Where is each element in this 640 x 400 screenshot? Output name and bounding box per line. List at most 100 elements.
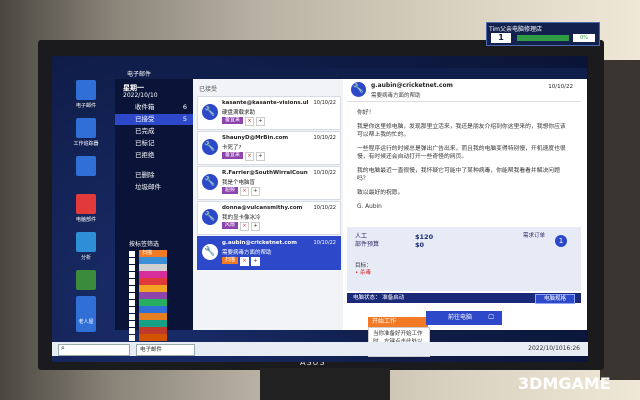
goto-pc-button[interactable]: 前往电脑 🖵 [426,311,502,325]
progress-bar [517,35,569,41]
message-tags: 备宜来 × + [222,152,266,161]
tag-chip [139,320,167,327]
desktop-icon[interactable]: 老人屋 [70,296,102,325]
message-date: 10/10/22 [313,170,336,176]
tag-chip [139,285,167,292]
folder-2[interactable]: 已完成 [115,126,193,137]
folder-0[interactable]: 收件箱 6 [115,102,193,113]
wrench-icon: 🔧 [351,82,366,97]
desktop-icon[interactable]: 电脑部件 [70,194,102,223]
taskbar: ⌕ 电子邮件 2022/10/1016:26 [52,342,588,356]
message-item[interactable]: 🔧 kasante@kasante-visions.uk 10/10/22 硬盘满载求… [197,96,341,130]
jobs-count: 1 [555,235,567,247]
desktop-icon-label: 工作追踪器 [73,141,99,147]
add-tag-icon[interactable]: + [251,222,261,231]
search-icon: ⌕ [61,344,65,352]
desktop-icon[interactable]: 电子邮件 [70,80,102,109]
app-icon [76,80,96,100]
desktop-icon-label: 电脑部件 [75,217,96,223]
message-item[interactable]: 🔧 g.aubin@cricketnet.com 10/10/22 需要病毒方面的帮助… [197,236,341,270]
wrench-icon: 🔧 [202,244,218,260]
goal-value: • 杀毒 [355,270,371,276]
labor-value: $120 [415,233,434,241]
app-icon [76,194,96,214]
tag-chip [139,257,167,264]
tag-chip: 风扇 [222,222,239,229]
message-list: 已接受 🔧 kasante@kasante-visions.uk 10/10/22 硬… [193,79,343,330]
body-line: G. Aubin [357,204,382,210]
message-subject: 卡死了? [222,145,242,151]
clock: 2022/10/1016:26 [528,345,580,352]
folder-count: 5 [182,115,187,123]
message-date: 10/10/22 [313,205,336,211]
wrench-icon: 🔧 [202,139,218,155]
remove-tag-icon[interactable]: × [245,152,255,161]
message-body: 你好！ 我是你这里修电脑，发现那里立活来，我还是朋友介绍到你这里来的，我想你应该… [357,109,567,217]
pc-status-bar: 电脑状态： 准备启动 电脑规格 [347,293,581,304]
taskbar-search[interactable]: ⌕ [58,344,130,356]
message-item[interactable]: 🔧 donna@vulcansmithy.com 10/10/22 我的显卡像冰冷 风扇… [197,201,341,235]
desktop-icon-label: 分析 [80,255,91,261]
message-item[interactable]: 🔧 ShaunyD@MrBin.com 10/10/22 卡死了? 备宜来 × + [197,131,341,165]
desktop-icon[interactable] [70,156,102,178]
app-icon [76,118,96,138]
tag-chip [139,292,167,299]
pc-specs-button[interactable]: 电脑规格 [534,294,575,304]
folder-5[interactable]: 已删除 [115,170,193,181]
shop-status-panel: Tim父亲电脑修理店 1 0% [486,22,600,46]
folder-4[interactable]: 已拒绝 [115,150,193,161]
desktop-icon[interactable]: 分析 [70,232,102,261]
tag-chip [139,306,167,313]
tag-filter-title: 按标签筛选 [129,241,160,248]
body-line: 我是你这里修电脑，发现那里立活来，我还是朋友介绍到你这里来的，我想你应该可以帮上… [357,124,566,138]
tag-chip: 备宜来 [222,152,244,159]
message-tags: 风扇 × + [222,222,261,231]
desktop-icon[interactable] [70,270,102,292]
message-date: 10/10/22 [313,100,336,106]
jobs-label: 需求订单 [523,233,546,239]
tag-chip: 备宜来 [222,117,244,124]
watermark: 3DMGAME [518,374,611,393]
remove-tag-icon[interactable]: × [240,222,250,231]
tag-chip [139,278,167,285]
tag-chip [139,327,167,334]
add-tag-icon[interactable]: + [251,187,261,196]
desktop-icon[interactable]: 工作追踪器 [70,118,102,147]
folder-6[interactable]: 垃圾邮件 [115,182,193,193]
folder-count: 6 [182,103,187,111]
tag-chip [139,264,167,271]
sender: g.aubin@cricketnet.com [371,82,453,89]
folder-3[interactable]: 已标记 [115,138,193,149]
remove-tag-icon[interactable]: × [240,257,250,266]
mail-sidebar: 星期一 2022/10/10 收件箱 6 已接受 5 已完成 已标记 已拒绝 已删除 垃圾邮件 … [115,79,193,341]
desktop-icon-label: 电子邮件 [75,103,96,109]
folder-label: 已完成 [135,127,155,135]
folder-label: 已删除 [135,171,155,179]
subject: 需要病毒方面的帮助 [371,93,421,99]
date: 2022/10/10 [123,92,158,99]
folder-label: 已拒绝 [135,151,155,159]
tag-chip: 扫描 [139,250,167,257]
day-counter: 1 [491,33,511,43]
add-tag-icon[interactable]: + [256,117,266,126]
tag-chip [139,271,167,278]
add-tag-icon[interactable]: + [251,257,261,266]
add-tag-icon[interactable]: + [256,152,266,161]
app-icon [76,156,96,176]
shop-title: Tim父亲电脑修理店 [489,26,542,33]
taskbar-mail[interactable]: 电子邮件 [136,344,195,356]
remove-tag-icon[interactable]: × [240,187,250,196]
app-icon [76,270,96,290]
folder-1[interactable]: 已接受 5 [115,114,193,125]
remove-tag-icon[interactable]: × [245,117,255,126]
folder-label: 已标记 [135,139,155,147]
checkbox[interactable] [129,335,135,341]
tag-filter-row[interactable] [129,334,185,342]
app-icon [76,296,96,316]
body-line: 你好！ [357,110,375,116]
received-date: 10/10/22 [548,84,573,90]
tutorial-tip-title: 开始工作 [368,317,428,327]
message-sender: ShaunyD@MrBin.com [222,135,289,141]
tag-chip: 扫描 [222,257,239,264]
message-item[interactable]: 🔧 R.Farrier@SouthWirralCountr... 10/10/22 我… [197,166,341,200]
